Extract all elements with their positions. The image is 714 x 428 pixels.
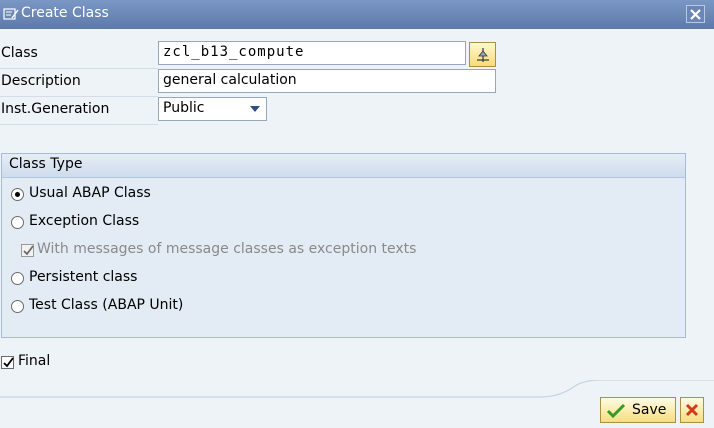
description-input[interactable]: general calculation [158,69,496,93]
title-bar: Create Class [0,0,714,29]
inst-generation-dropdown[interactable]: Public [158,97,267,121]
close-button[interactable] [686,5,705,23]
persistent-class-label: Persistent class [29,269,138,285]
save-button-label: Save [632,402,667,418]
checkmark-icon [606,403,626,419]
value-help-icon [477,48,489,62]
radio-exception-class[interactable] [11,216,24,229]
messages-checkbox[interactable] [21,244,34,257]
save-button[interactable]: Save [600,397,676,423]
chevron-down-icon [250,106,260,112]
final-label: Final [18,353,51,369]
test-class-label: Test Class (ABAP Unit) [29,297,184,313]
radio-test-class[interactable] [11,300,24,313]
create-document-icon [3,7,19,21]
value-help-button[interactable] [469,42,496,67]
inst-generation-label: Inst.Generation [1,101,110,117]
class-type-header: Class Type [2,154,685,178]
messages-checkbox-label: With messages of message classes as exce… [37,241,417,257]
cancel-icon [685,403,699,417]
class-label: Class [1,45,38,61]
usual-abap-class-label: Usual ABAP Class [29,185,151,201]
row-divider [0,124,158,125]
close-icon [690,9,701,20]
row-divider [0,96,158,97]
checkmark-icon [23,245,34,256]
class-name-input[interactable]: zcl_b13_compute [158,41,466,65]
radio-persistent-class[interactable] [11,272,24,285]
class-type-title: Class Type [9,156,83,172]
inst-generation-value: Public [163,100,205,116]
row-divider [0,68,158,69]
checkmark-icon [3,357,14,368]
description-label: Description [1,73,81,89]
window-title: Create Class [21,5,109,21]
radio-usual-abap-class[interactable] [11,188,24,201]
final-checkbox[interactable] [1,356,14,369]
cancel-button[interactable] [680,397,704,423]
exception-class-label: Exception Class [29,213,140,229]
